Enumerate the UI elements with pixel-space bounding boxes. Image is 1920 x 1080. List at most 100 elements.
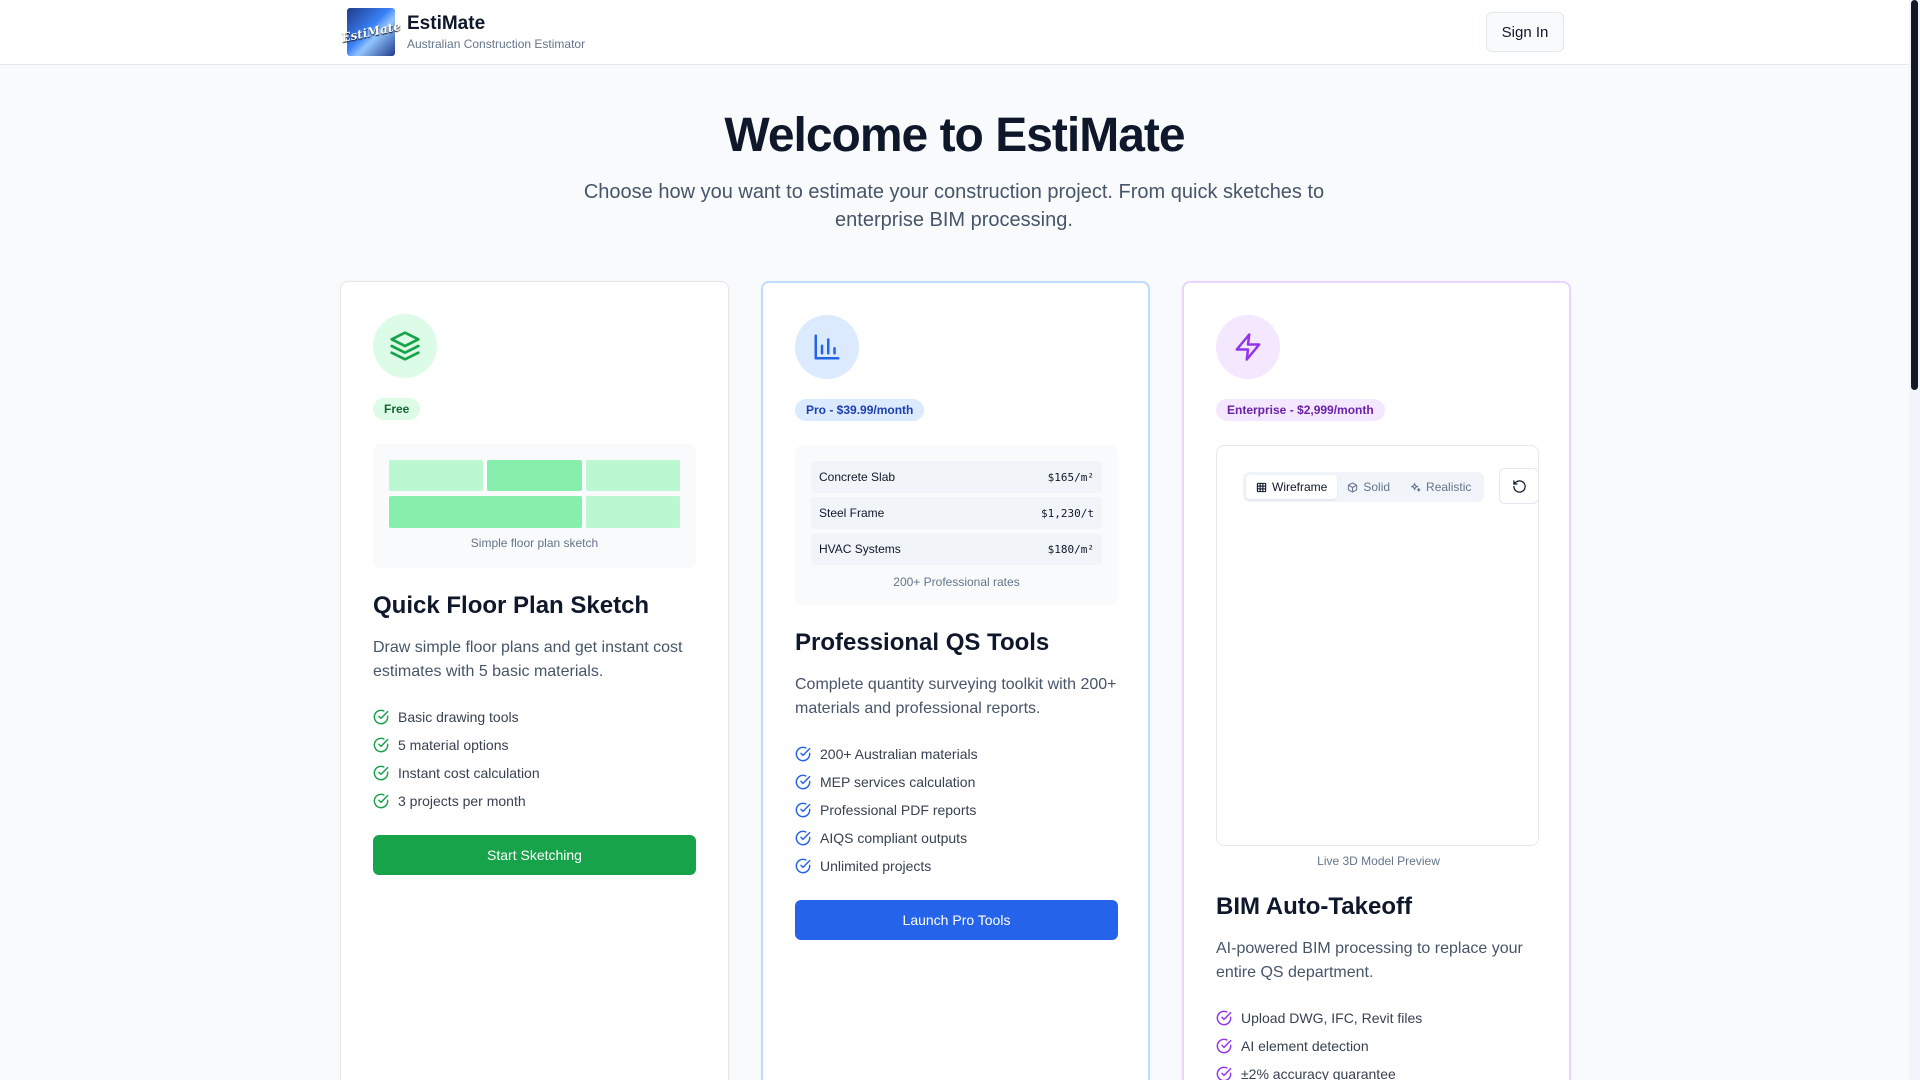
list-item: Upload DWG, IFC, Revit files: [1216, 1004, 1422, 1032]
list-item: Basic drawing tools: [373, 703, 540, 731]
sketch-room: [586, 496, 680, 528]
page-scrollbar[interactable]: [1909, 0, 1920, 1080]
feature-list: Basic drawing tools 5 material options I…: [373, 703, 540, 815]
rate-value: $180/m²: [1047, 542, 1094, 556]
brand-subtitle: Australian Construction Estimator: [407, 37, 586, 51]
preview-caption: 200+ Professional rates: [893, 575, 1020, 589]
list-item: Unlimited projects: [795, 852, 978, 880]
rate-row: Concrete Slab $165/m²: [811, 461, 1102, 493]
card-title: BIM Auto-Takeoff: [1216, 893, 1412, 920]
check-circle-icon: [373, 709, 389, 725]
brand[interactable]: EstiMate EstiMate Australian Constructio…: [340, 8, 585, 56]
check-circle-icon: [373, 737, 389, 753]
check-circle-icon: [1216, 1038, 1232, 1054]
feature-text: 3 projects per month: [398, 793, 526, 809]
plan-badge: Pro - $39.99/month: [795, 399, 925, 421]
sketch-room: [487, 460, 582, 491]
sketch-room: [586, 460, 680, 491]
brand-text: EstiMate Australian Construction Estimat…: [407, 12, 585, 52]
enterprise-plan-card: Enterprise - $2,999/month Wireframe Soli…: [1182, 281, 1571, 1080]
check-circle-icon: [795, 746, 811, 762]
check-circle-icon: [795, 858, 811, 874]
check-circle-icon: [795, 802, 811, 818]
feature-text: ±2% accuracy guarantee: [1241, 1066, 1396, 1080]
feature-text: AIQS compliant outputs: [820, 830, 968, 846]
floor-plan-preview: Simple floor plan sketch: [373, 444, 696, 568]
list-item: 200+ Australian materials: [795, 740, 978, 768]
view-mode-tabs: Wireframe Solid Realistic: [1243, 472, 1485, 502]
card-description: Complete quantity surveying toolkit with…: [795, 676, 1117, 717]
list-item: 5 material options: [373, 731, 540, 759]
scrollbar-thumb[interactable]: [1911, 0, 1918, 390]
feature-text: MEP services calculation: [820, 774, 976, 790]
tab-label: Wireframe: [1272, 480, 1328, 494]
bar-chart-icon: [795, 315, 859, 379]
rates-preview: Concrete Slab $165/m² Steel Frame $1,230/t…: [795, 445, 1118, 605]
brand-name: EstiMate: [407, 13, 486, 34]
preview-caption: Live 3D Model Preview: [1317, 854, 1440, 868]
check-circle-icon: [795, 830, 811, 846]
sign-in-button[interactable]: Sign In: [1486, 12, 1564, 52]
top-navigation-bar: EstiMate EstiMate Australian Constructio…: [0, 0, 1909, 65]
check-circle-icon: [373, 793, 389, 809]
grid-icon: [1256, 482, 1267, 492]
feature-text: Basic drawing tools: [398, 709, 519, 725]
card-title: Quick Floor Plan Sketch: [373, 592, 650, 619]
free-plan-card: Free Simple floor plan sketch Quick Floo…: [340, 281, 729, 1080]
rate-value: $165/m²: [1047, 470, 1094, 484]
feature-list: Upload DWG, IFC, Revit files AI element …: [1216, 1004, 1422, 1080]
list-item: AIQS compliant outputs: [795, 824, 978, 852]
rate-name: Steel Frame: [819, 506, 885, 520]
layers-icon: [373, 314, 437, 378]
rate-row: Steel Frame $1,230/t: [811, 497, 1102, 529]
page-title: Welcome to EstiMate: [724, 109, 1185, 162]
sketch-room: [389, 496, 582, 528]
feature-text: 200+ Australian materials: [820, 746, 978, 762]
reset-view-button[interactable]: [1499, 468, 1539, 504]
feature-text: Instant cost calculation: [398, 765, 540, 781]
card-description: Draw simple floor plans and get instant …: [373, 639, 683, 680]
list-item: 3 projects per month: [373, 787, 540, 815]
sketch-grid: [389, 460, 680, 528]
list-item: ±2% accuracy guarantee: [1216, 1060, 1422, 1080]
feature-text: AI element detection: [1241, 1038, 1369, 1054]
logo: EstiMate: [340, 8, 402, 56]
rate-row: HVAC Systems $180/m²: [811, 533, 1102, 565]
sketch-room: [389, 460, 483, 491]
preview-caption: Simple floor plan sketch: [470, 536, 599, 550]
card-title: Professional QS Tools: [795, 629, 1050, 656]
tab-wireframe[interactable]: Wireframe: [1246, 475, 1338, 499]
list-item: Instant cost calculation: [373, 759, 540, 787]
lightning-icon: [1216, 315, 1280, 379]
feature-text: Professional PDF reports: [820, 802, 977, 818]
feature-text: Unlimited projects: [820, 858, 932, 874]
pro-plan-card: Pro - $39.99/month Concrete Slab $165/m² …: [761, 281, 1150, 1080]
tab-label: Realistic: [1426, 480, 1472, 494]
logo-text: EstiMate: [340, 18, 402, 46]
tab-label: Solid: [1363, 480, 1391, 494]
card-description: AI-powered BIM processing to replace you…: [1216, 940, 1523, 981]
plan-badge: Free: [373, 398, 421, 420]
sparkles-icon: [1410, 482, 1421, 492]
list-item: MEP services calculation: [795, 768, 978, 796]
start-sketching-button[interactable]: Start Sketching: [373, 835, 696, 875]
page-subtitle: Choose how you want to estimate your con…: [583, 181, 1325, 231]
tab-solid[interactable]: Solid: [1337, 475, 1400, 499]
cube-icon: [1348, 481, 1358, 493]
rate-value: $1,230/t: [1041, 506, 1094, 520]
tab-realistic[interactable]: Realistic: [1400, 475, 1481, 499]
check-circle-icon: [795, 774, 811, 790]
feature-text: 5 material options: [398, 737, 509, 753]
rate-name: HVAC Systems: [819, 542, 901, 556]
rotate-ccw-icon: [1512, 479, 1526, 493]
rate-name: Concrete Slab: [819, 470, 896, 484]
launch-pro-tools-button[interactable]: Launch Pro Tools: [795, 900, 1118, 940]
list-item: AI element detection: [1216, 1032, 1422, 1060]
feature-list: 200+ Australian materials MEP services c…: [795, 740, 978, 880]
check-circle-icon: [1216, 1066, 1232, 1080]
check-circle-icon: [1216, 1010, 1232, 1026]
list-item: Professional PDF reports: [795, 796, 978, 824]
check-circle-icon: [373, 765, 389, 781]
3d-model-viewer[interactable]: Wireframe Solid Realistic: [1216, 445, 1539, 846]
feature-text: Upload DWG, IFC, Revit files: [1241, 1010, 1423, 1026]
